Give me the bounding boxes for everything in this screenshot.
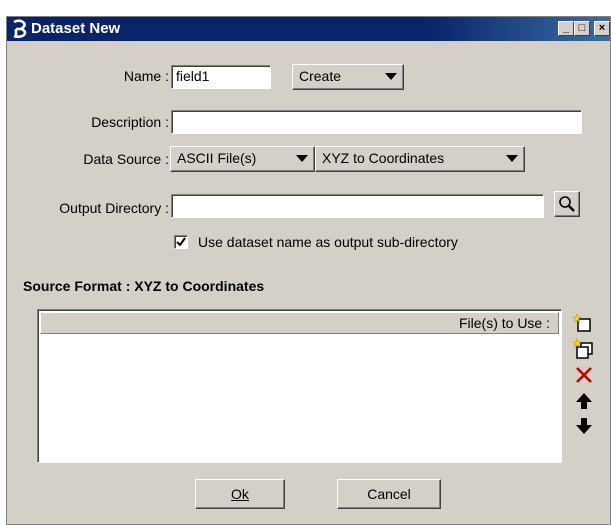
source-format-title: Source Format : XYZ to Coordinates xyxy=(23,278,265,294)
delete-x-icon[interactable] xyxy=(573,364,595,386)
conversion-dropdown-value: XYZ to Coordinates xyxy=(322,150,445,166)
conversion-dropdown[interactable]: XYZ to Coordinates xyxy=(315,146,525,172)
maximize-icon: □ xyxy=(578,22,586,34)
name-input[interactable]: field1 xyxy=(171,65,271,89)
mode-dropdown[interactable]: Create xyxy=(292,64,404,90)
datasource-dropdown-value: ASCII File(s) xyxy=(177,150,257,166)
arrow-up-icon[interactable] xyxy=(573,390,595,412)
title-bar[interactable]: Dataset New _ □ × xyxy=(7,17,610,41)
chevron-down-icon xyxy=(385,73,397,80)
chevron-down-icon xyxy=(296,155,308,162)
minimize-icon: _ xyxy=(562,22,570,34)
maximize-button[interactable]: □ xyxy=(574,21,590,36)
mode-dropdown-value: Create xyxy=(299,68,342,84)
magnifier-icon xyxy=(559,196,575,212)
use-name-checkbox-label[interactable]: Use dataset name as output sub-directory xyxy=(198,234,458,250)
close-icon: × xyxy=(598,22,606,34)
dataset-new-dialog: Dataset New _ □ × Name : field1 Create D… xyxy=(6,16,611,525)
name-label: Name : xyxy=(123,68,169,84)
outdir-label: Output Directory : xyxy=(59,200,169,216)
files-column-header[interactable]: File(s) to Use : xyxy=(40,312,559,334)
arrow-down-icon[interactable] xyxy=(573,415,595,437)
checkmark-icon xyxy=(176,237,186,247)
datasource-label: Data Source : xyxy=(83,151,169,167)
use-name-checkbox[interactable] xyxy=(174,235,188,249)
new-file-icon[interactable] xyxy=(573,313,595,335)
output-directory-input[interactable] xyxy=(171,194,544,218)
window-title: Dataset New xyxy=(31,20,121,37)
app-logo-icon xyxy=(13,19,27,39)
cancel-button-label: Cancel xyxy=(367,486,411,502)
ok-button[interactable]: Ok xyxy=(195,479,285,509)
description-label: Description : xyxy=(91,114,169,130)
add-multiple-icon[interactable] xyxy=(573,338,595,360)
close-button[interactable]: × xyxy=(594,21,610,36)
chevron-down-icon xyxy=(506,155,518,162)
files-listbox[interactable]: File(s) to Use : xyxy=(37,309,562,463)
description-input[interactable] xyxy=(171,110,582,134)
ok-button-label: Ok xyxy=(231,486,249,502)
browse-button[interactable] xyxy=(554,191,580,217)
cancel-button[interactable]: Cancel xyxy=(337,479,441,509)
minimize-button[interactable]: _ xyxy=(558,21,574,36)
datasource-dropdown[interactable]: ASCII File(s) xyxy=(170,146,315,172)
